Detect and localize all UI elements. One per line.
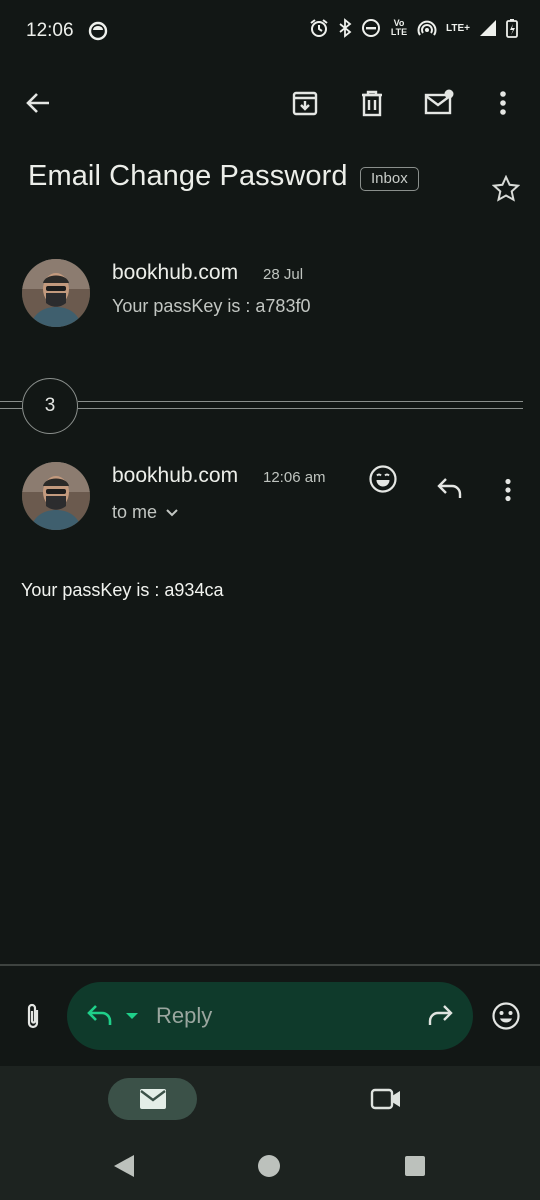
bottom-divider (0, 964, 540, 966)
forward-icon[interactable] (426, 1003, 454, 1027)
bottom-navigation (0, 1066, 540, 1200)
notification-app-icon (88, 21, 108, 41)
collapsed-messages-count[interactable]: 3 (22, 378, 78, 434)
archive-icon[interactable] (288, 86, 322, 120)
sender-name: bookhub.com (112, 261, 239, 284)
nav-mail-tab[interactable] (108, 1078, 197, 1120)
sender-avatar[interactable] (22, 259, 90, 327)
message-date: 28 Jul (263, 266, 304, 283)
battery-icon (506, 18, 518, 38)
reply-type-dropdown-icon[interactable] (125, 1012, 139, 1020)
mark-unread-icon[interactable] (422, 86, 456, 120)
divider-line (78, 408, 523, 409)
mail-icon (139, 1088, 167, 1110)
message-time: 12:06 am (263, 469, 326, 486)
add-reaction-icon[interactable] (368, 464, 398, 494)
back-arrow-icon[interactable] (21, 86, 55, 120)
reply-placeholder[interactable]: Reply (156, 1003, 212, 1029)
lte-plus-icon: LTE+ (446, 22, 470, 34)
reply-type-icon[interactable] (86, 1003, 114, 1027)
divider-line (78, 401, 523, 402)
more-vert-icon[interactable] (486, 86, 520, 120)
signal-icon (479, 19, 497, 37)
star-icon[interactable] (492, 175, 520, 203)
status-icons: Vo LTE LTE+ (309, 18, 518, 38)
system-recents-icon[interactable] (404, 1155, 426, 1177)
sender-avatar[interactable] (22, 462, 90, 530)
status-time: 12:06 (26, 20, 74, 41)
alarm-icon (309, 18, 329, 38)
email-subject: Email Change Password (28, 160, 348, 192)
divider-line (0, 401, 22, 402)
divider-line (0, 408, 22, 409)
inbox-label-chip[interactable]: Inbox (360, 167, 419, 191)
system-back-icon[interactable] (112, 1154, 136, 1178)
reply-icon[interactable] (436, 476, 464, 500)
chevron-down-icon (165, 508, 179, 518)
emoji-icon[interactable] (491, 1001, 521, 1031)
recipient-details-toggle[interactable]: to me (112, 502, 179, 523)
nav-meet-tab[interactable] (370, 1087, 402, 1111)
bluetooth-icon (338, 18, 352, 38)
sender-name: bookhub.com (112, 464, 239, 487)
recipient-label: to me (112, 502, 158, 522)
hotspot-icon (417, 18, 437, 38)
do-not-disturb-icon (361, 18, 381, 38)
message-body: Your passKey is : a934ca (21, 580, 224, 600)
expanded-message-header[interactable] (22, 462, 90, 530)
collapsed-message[interactable] (22, 259, 90, 327)
video-camera-icon (370, 1087, 402, 1111)
message-snippet: Your passKey is : a783f0 (112, 296, 311, 316)
volte-icon: Vo LTE (390, 18, 408, 37)
system-home-icon[interactable] (257, 1154, 281, 1178)
attachment-icon[interactable] (22, 1002, 44, 1032)
delete-icon[interactable] (355, 86, 389, 120)
message-more-icon[interactable] (504, 478, 512, 502)
